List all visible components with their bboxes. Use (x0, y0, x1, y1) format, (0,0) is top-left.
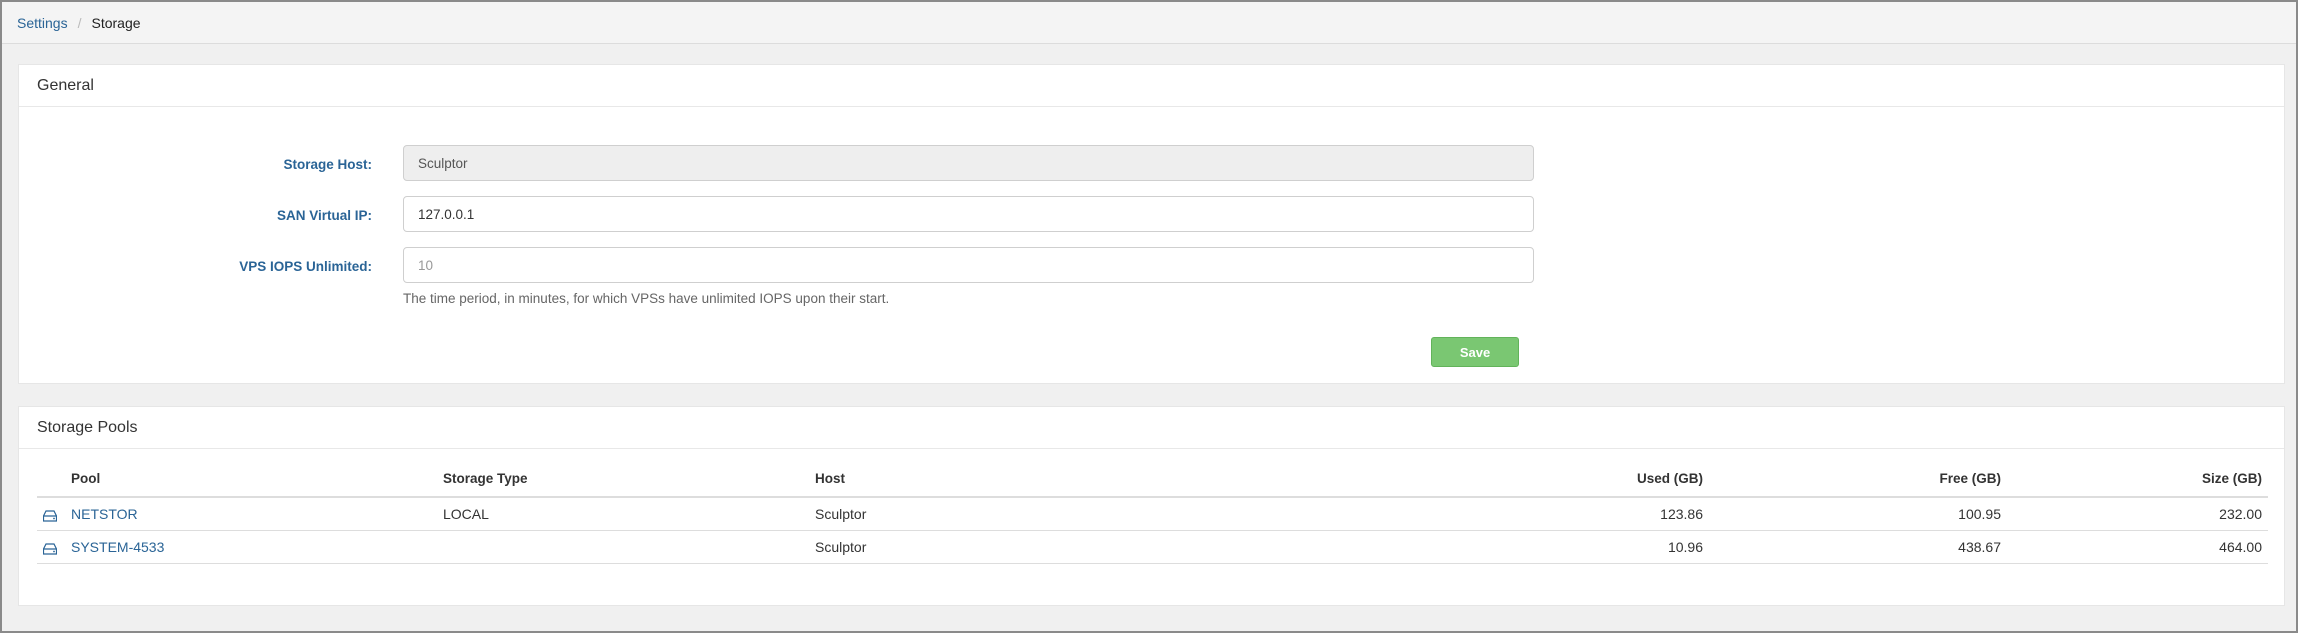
breadcrumb-settings-link[interactable]: Settings (17, 15, 68, 31)
table-header-row: Pool Storage Type Host Used (GB) Free (G… (37, 461, 2268, 498)
used-cell: 10.96 (1409, 530, 1709, 564)
storage-host-field: Sculptor (403, 145, 1534, 181)
san-virtual-ip-input[interactable]: 127.0.0.1 (403, 196, 1534, 232)
breadcrumb-separator: / (77, 14, 82, 31)
table-row: SYSTEM-4533 Sculptor 10.96 438.67 464.00 (37, 530, 2268, 564)
storage-host-label: Storage Host: (283, 156, 372, 172)
column-header-pool: Pool (65, 461, 437, 498)
free-cell: 438.67 (1709, 530, 2007, 564)
save-button[interactable]: Save (1431, 337, 1519, 367)
disk-icon (42, 542, 58, 555)
column-header-free: Free (GB) (1709, 461, 2007, 498)
host-cell: Sculptor (809, 497, 1409, 531)
icon-column-header (37, 461, 65, 498)
general-panel: General Storage Host: Sculptor SAN Virtu… (18, 64, 2285, 384)
size-cell: 464.00 (2007, 530, 2268, 564)
storage-host-row: Storage Host: Sculptor (19, 145, 2284, 183)
storage-pools-table: Pool Storage Type Host Used (GB) Free (G… (37, 461, 2268, 564)
vps-iops-unlimited-row: VPS IOPS Unlimited: 10 (19, 247, 2284, 285)
free-cell: 100.95 (1709, 497, 2007, 531)
storage-pools-panel: Storage Pools Pool Storage Type Host Use… (18, 406, 2285, 606)
breadcrumb: Settings / Storage (2, 2, 2296, 44)
app-window: Settings / Storage General Storage Host:… (0, 0, 2298, 633)
storage-type-cell (437, 530, 809, 564)
pool-link[interactable]: NETSTOR (71, 506, 138, 522)
san-virtual-ip-row: SAN Virtual IP: 127.0.0.1 (19, 196, 2284, 234)
pool-link[interactable]: SYSTEM-4533 (71, 539, 164, 555)
used-cell: 123.86 (1409, 497, 1709, 531)
host-cell: Sculptor (809, 530, 1409, 564)
san-virtual-ip-label: SAN Virtual IP: (276, 207, 372, 223)
column-header-host: Host (809, 461, 1409, 498)
column-header-storage-type: Storage Type (437, 461, 809, 498)
storage-type-cell: LOCAL (437, 497, 809, 531)
general-panel-title: General (19, 65, 2284, 107)
vps-iops-unlimited-label: VPS IOPS Unlimited: (239, 258, 372, 274)
storage-pools-title: Storage Pools (19, 407, 2284, 449)
breadcrumb-current: Storage (91, 14, 141, 31)
disk-icon (42, 509, 58, 522)
size-cell: 232.00 (2007, 497, 2268, 531)
vps-iops-unlimited-input[interactable]: 10 (403, 247, 1534, 283)
column-header-used: Used (GB) (1409, 461, 1709, 498)
vps-iops-help-text: The time period, in minutes, for which V… (403, 291, 890, 306)
table-row: NETSTOR LOCAL Sculptor 123.86 100.95 232… (37, 497, 2268, 531)
column-header-size: Size (GB) (2007, 461, 2268, 498)
